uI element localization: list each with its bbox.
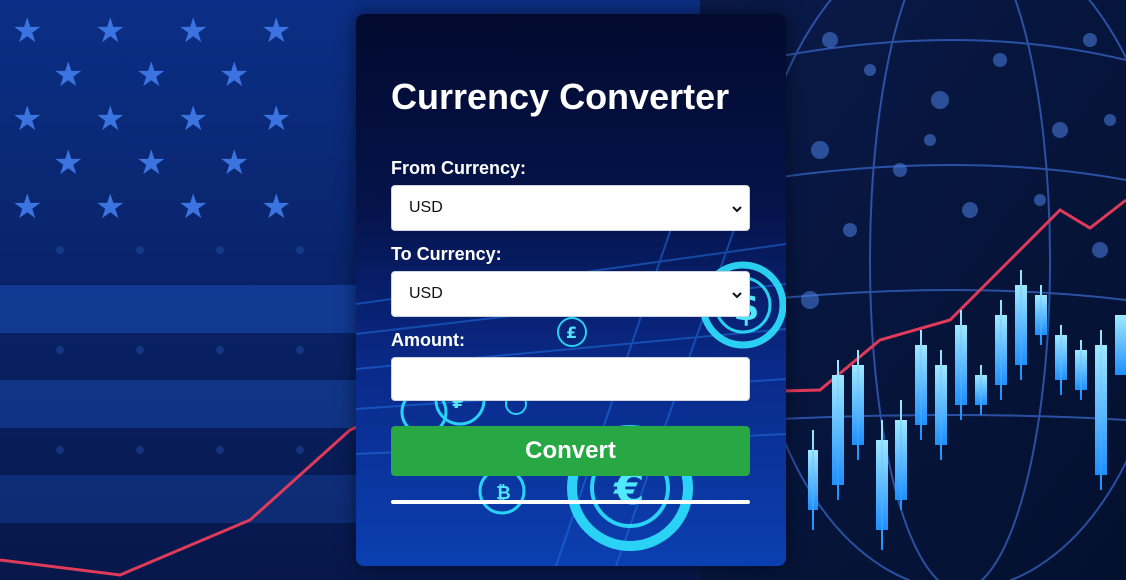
to-currency-value: USD bbox=[409, 285, 443, 302]
svg-text:★: ★ bbox=[261, 187, 291, 227]
svg-text:★: ★ bbox=[178, 187, 208, 227]
svg-text:★: ★ bbox=[95, 11, 125, 51]
converter-card: $ € £ ₽ ₿ Currency Converter From Curren… bbox=[356, 14, 786, 566]
svg-text:★: ★ bbox=[136, 143, 166, 183]
svg-text:★: ★ bbox=[12, 187, 42, 227]
page-title: Currency Converter bbox=[391, 76, 730, 117]
result-divider bbox=[391, 500, 750, 504]
to-currency-label: To Currency: bbox=[391, 244, 502, 264]
svg-text:★: ★ bbox=[53, 55, 83, 95]
chevron-down-icon bbox=[732, 206, 742, 213]
svg-text:★: ★ bbox=[95, 187, 125, 227]
from-currency-value: USD bbox=[409, 199, 443, 216]
svg-text:★: ★ bbox=[219, 55, 249, 95]
svg-text:★: ★ bbox=[53, 143, 83, 183]
svg-text:★: ★ bbox=[261, 99, 291, 139]
from-currency-label: From Currency: bbox=[391, 158, 527, 178]
svg-text:£: £ bbox=[566, 323, 577, 342]
svg-text:★: ★ bbox=[95, 99, 125, 139]
svg-text:★: ★ bbox=[12, 11, 42, 51]
svg-text:★: ★ bbox=[178, 11, 208, 51]
svg-text:★: ★ bbox=[12, 99, 42, 139]
svg-text:★: ★ bbox=[261, 11, 291, 51]
amount-label: Amount: bbox=[391, 330, 465, 350]
from-currency-select[interactable]: USD bbox=[391, 185, 750, 231]
svg-text:★: ★ bbox=[178, 99, 208, 139]
to-currency-select[interactable]: USD bbox=[391, 271, 750, 317]
convert-button[interactable]: Convert bbox=[391, 426, 750, 476]
chevron-down-icon bbox=[732, 292, 742, 299]
svg-text:★: ★ bbox=[136, 55, 166, 95]
amount-input[interactable] bbox=[391, 357, 750, 401]
svg-text:★: ★ bbox=[219, 143, 249, 183]
